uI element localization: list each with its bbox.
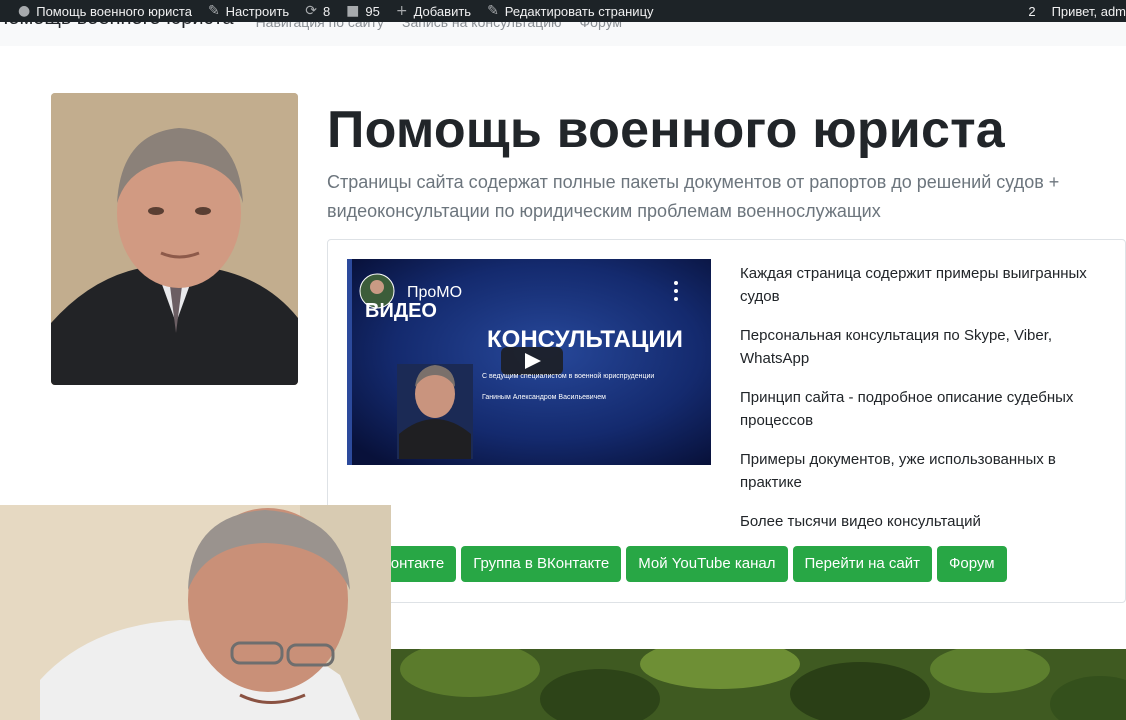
adminbar-add-new[interactable]: + Добавить: [388, 0, 479, 22]
lawyer-portrait: [51, 93, 298, 385]
feature-item: Принцип сайта - подробное описание судеб…: [740, 389, 1074, 429]
adminbar-comments[interactable]: ■ 95: [338, 0, 388, 22]
adminbar-customize[interactable]: ✎ Настроить: [200, 0, 297, 22]
video-channel: ПроМО: [407, 284, 462, 301]
adminbar-notifications-count: 2: [1028, 3, 1036, 19]
updates-icon: ⟳: [305, 3, 317, 19]
pencil-icon: ✎: [487, 3, 499, 19]
forum-button[interactable]: Форум: [937, 546, 1007, 582]
adminbar-right: 2 Привет, adm: [1020, 0, 1126, 22]
video-subtitle: С ведущим специалистом в военной юриспру…: [482, 372, 654, 380]
adminbar-notifications[interactable]: 2: [1020, 0, 1043, 22]
webcam-image: [0, 505, 391, 720]
feature-list: Каждая страница содержит примеры выигран…: [740, 262, 1110, 549]
go-to-site-button[interactable]: Перейти на сайт: [792, 546, 933, 582]
adminbar-updates[interactable]: ⟳ 8: [297, 0, 338, 22]
adminbar-site-name[interactable]: ● Помощь военного юриста: [0, 0, 200, 22]
webcam-overlay: [0, 505, 391, 720]
adminbar-customize-label: Настроить: [225, 3, 290, 19]
feature-item: Персональная консультация по Skype, Vibe…: [740, 327, 1053, 367]
adminbar-add-new-label: Добавить: [413, 3, 472, 19]
feature-item: Более тысячи видео консультаций: [740, 513, 981, 530]
vk-group-button[interactable]: Группа в ВКонтакте: [461, 546, 622, 582]
youtube-channel-button[interactable]: Мой YouTube канал: [626, 546, 788, 582]
social-buttons: ВКонтакте Группа в ВКонтакте Мой YouTube…: [360, 546, 1012, 582]
page-title: Помощь военного юриста: [327, 101, 1005, 159]
page-lead: Страницы сайта содержат полные пакеты до…: [327, 172, 1060, 221]
brush-icon: ✎: [207, 3, 220, 19]
comment-icon: ■: [346, 3, 360, 19]
adminbar-greeting: Привет, adm: [1051, 3, 1126, 19]
adminbar-comments-count: 95: [365, 3, 380, 19]
feature-item: Примеры документов, уже использованных в…: [740, 451, 1056, 491]
video-player[interactable]: ПроМО ВИДЕО КОНСУЛЬТАЦИИ С ведущим специ…: [347, 259, 711, 465]
adminbar-updates-count: 8: [322, 3, 331, 19]
dashboard-icon: ●: [18, 3, 31, 19]
feature-item: Каждая страница содержит примеры выигран…: [740, 265, 1087, 305]
adminbar-site-name-label: Помощь военного юриста: [36, 3, 192, 19]
page: Помощь военного юриста Навигация по сайт…: [0, 0, 1126, 720]
adminbar-edit-page[interactable]: ✎ Редактировать страницу: [479, 0, 661, 22]
video-thumbnail: ПроМО ВИДЕО КОНСУЛЬТАЦИИ С ведущим специ…: [347, 259, 711, 465]
adminbar-account[interactable]: Привет, adm: [1044, 0, 1126, 22]
video-title-top: ВИДЕО: [365, 300, 437, 322]
wp-admin-bar: ● Помощь военного юриста ✎ Настроить ⟳ 8…: [0, 0, 1126, 22]
portrait-image: [51, 93, 298, 385]
video-presenter: Ганиным Александром Васильевичем: [482, 394, 606, 401]
adminbar-edit-page-label: Редактировать страницу: [504, 3, 654, 19]
plus-icon: +: [395, 3, 408, 19]
